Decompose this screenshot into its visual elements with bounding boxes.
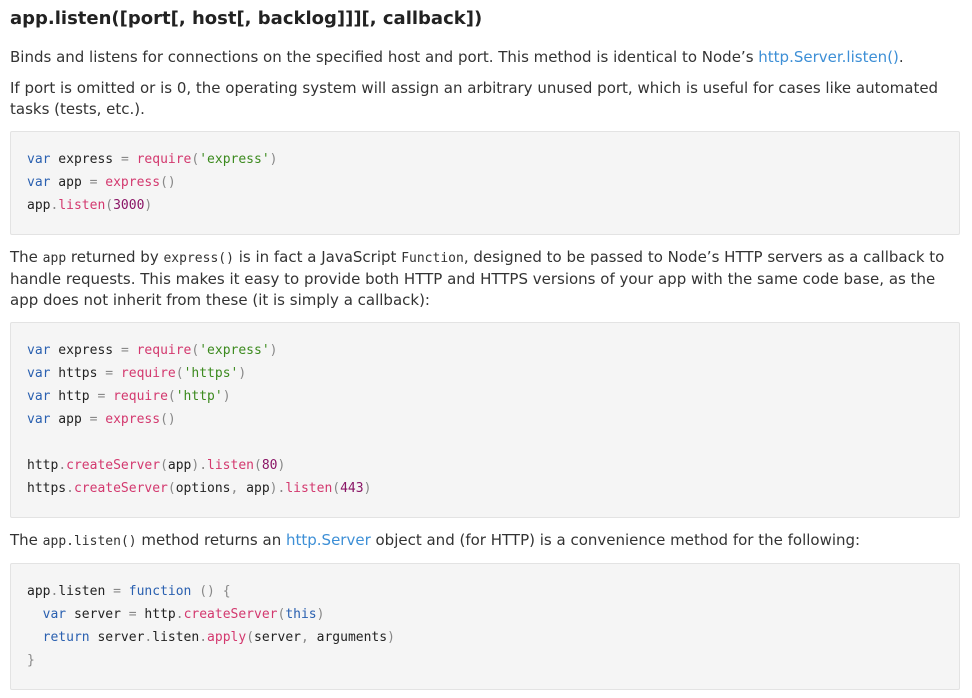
http-server-listen-link[interactable]: http.Server.listen() (758, 48, 899, 66)
code-block-basic: var express = require('express') var app … (10, 131, 960, 235)
app-function-paragraph: The app returned by express() is in fact… (10, 248, 945, 309)
description-paragraph: Binds and listens for connections on the… (10, 48, 904, 66)
port-note-paragraph: If port is omitted or is 0, the operatin… (10, 79, 939, 118)
api-doc-section: app.listen([port[, host[, backlog]]][, c… (0, 0, 972, 690)
method-heading: app.listen([port[, host[, backlog]]][, c… (10, 8, 483, 29)
http-server-link[interactable]: http.Server (286, 531, 371, 549)
code-block-http-https: var express = require('express') var http… (10, 322, 960, 518)
listen-returns-paragraph: The app.listen() method returns an http.… (10, 531, 861, 549)
code-block-listen-impl: app.listen = function () { var server = … (10, 563, 960, 690)
